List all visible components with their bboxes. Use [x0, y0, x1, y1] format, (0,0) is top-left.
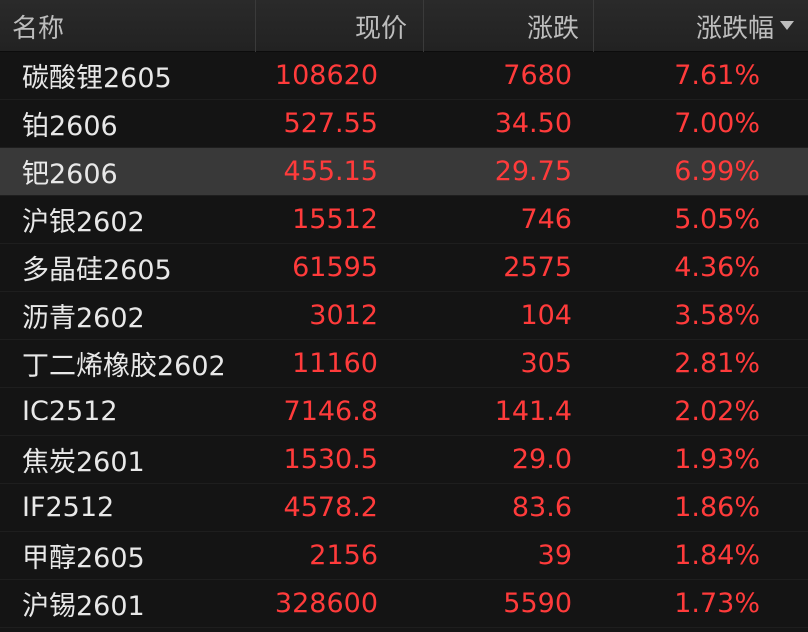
- table-row-selected[interactable]: 钯2606 455.15 29.75 6.99%: [0, 148, 808, 196]
- change-percent: 7.61%: [674, 60, 760, 91]
- column-header-price[interactable]: 现价: [256, 0, 424, 52]
- current-price: 7146.8: [283, 396, 378, 427]
- price-change: 7680: [503, 60, 572, 91]
- current-price: 15512: [292, 204, 378, 235]
- column-header-name[interactable]: 名称: [0, 0, 256, 52]
- change-percent: 7.00%: [674, 108, 760, 139]
- quote-table: 名称 现价 涨跌 涨跌幅 碳酸锂2605 108620 7680 7.61% 铂…: [0, 0, 808, 632]
- contract-name: 焦炭2601: [22, 447, 145, 478]
- price-change: 29.75: [494, 156, 572, 187]
- contract-name: 碳酸锂2605: [22, 63, 172, 94]
- change-percent: 1.73%: [674, 588, 760, 619]
- price-change: 141.4: [494, 396, 572, 427]
- table-row[interactable]: 多晶硅2605 61595 2575 4.36%: [0, 244, 808, 292]
- contract-name: IC2512: [22, 396, 118, 427]
- price-change: 5590: [503, 588, 572, 619]
- current-price: 328600: [274, 588, 378, 619]
- column-header-change-percent-label: 涨跌幅: [695, 13, 774, 44]
- change-percent: 2.81%: [674, 348, 760, 379]
- current-price: 2156: [309, 540, 378, 571]
- change-percent: 4.36%: [674, 252, 760, 283]
- change-percent: 5.05%: [674, 204, 760, 235]
- current-price: 4578.2: [283, 492, 378, 523]
- table-row[interactable]: 丁二烯橡胶2602 11160 305 2.81%: [0, 340, 808, 388]
- current-price: 455.15: [283, 156, 378, 187]
- table-row[interactable]: 甲醇2605 2156 39 1.84%: [0, 532, 808, 580]
- contract-name: 钯2606: [22, 159, 118, 190]
- current-price: 3012: [309, 300, 378, 331]
- price-change: 29.0: [511, 444, 572, 475]
- table-row[interactable]: IC2512 7146.8 141.4 2.02%: [0, 388, 808, 436]
- change-percent: 1.86%: [674, 492, 760, 523]
- table-row[interactable]: IF2512 4578.2 83.6 1.86%: [0, 484, 808, 532]
- column-header-change[interactable]: 涨跌: [424, 0, 594, 52]
- table-row[interactable]: 碳酸锂2605 108620 7680 7.61%: [0, 52, 808, 100]
- current-price: 1530.5: [283, 444, 378, 475]
- current-price: 108620: [274, 60, 378, 91]
- column-header-name-label: 名称: [12, 13, 65, 44]
- contract-name: 多晶硅2605: [22, 255, 172, 286]
- price-change: 746: [520, 204, 572, 235]
- change-percent: 1.93%: [674, 444, 760, 475]
- contract-name: 甲醇2605: [22, 543, 145, 574]
- column-header-price-label: 现价: [354, 13, 407, 44]
- column-header-change-percent[interactable]: 涨跌幅: [594, 0, 808, 52]
- change-percent: 2.02%: [674, 396, 760, 427]
- table-row[interactable]: 沥青2602 3012 104 3.58%: [0, 292, 808, 340]
- change-percent: 6.99%: [674, 156, 760, 187]
- price-change: 305: [520, 348, 572, 379]
- contract-name: IF2512: [22, 492, 115, 523]
- price-change: 83.6: [511, 492, 572, 523]
- price-change: 34.50: [494, 108, 572, 139]
- table-body: 碳酸锂2605 108620 7680 7.61% 铂2606 527.55 3…: [0, 52, 808, 628]
- table-row[interactable]: 沪锡2601 328600 5590 1.73%: [0, 580, 808, 628]
- contract-name: 沪锡2601: [22, 591, 145, 622]
- contract-name: 铂2606: [22, 111, 118, 142]
- table-row[interactable]: 铂2606 527.55 34.50 7.00%: [0, 100, 808, 148]
- change-percent: 1.84%: [674, 540, 760, 571]
- price-change: 2575: [503, 252, 572, 283]
- table-row[interactable]: 沪银2602 15512 746 5.05%: [0, 196, 808, 244]
- current-price: 61595: [292, 252, 378, 283]
- current-price: 11160: [292, 348, 378, 379]
- price-change: 104: [520, 300, 572, 331]
- current-price: 527.55: [283, 108, 378, 139]
- contract-name: 丁二烯橡胶2602: [22, 351, 226, 382]
- contract-name: 沥青2602: [22, 303, 145, 334]
- column-header-change-label: 涨跌: [526, 13, 579, 44]
- table-row[interactable]: 焦炭2601 1530.5 29.0 1.93%: [0, 436, 808, 484]
- price-change: 39: [537, 540, 572, 571]
- caret-down-icon[interactable]: [780, 21, 794, 30]
- table-header: 名称 现价 涨跌 涨跌幅: [0, 0, 808, 52]
- change-percent: 3.58%: [674, 300, 760, 331]
- contract-name: 沪银2602: [22, 207, 145, 238]
